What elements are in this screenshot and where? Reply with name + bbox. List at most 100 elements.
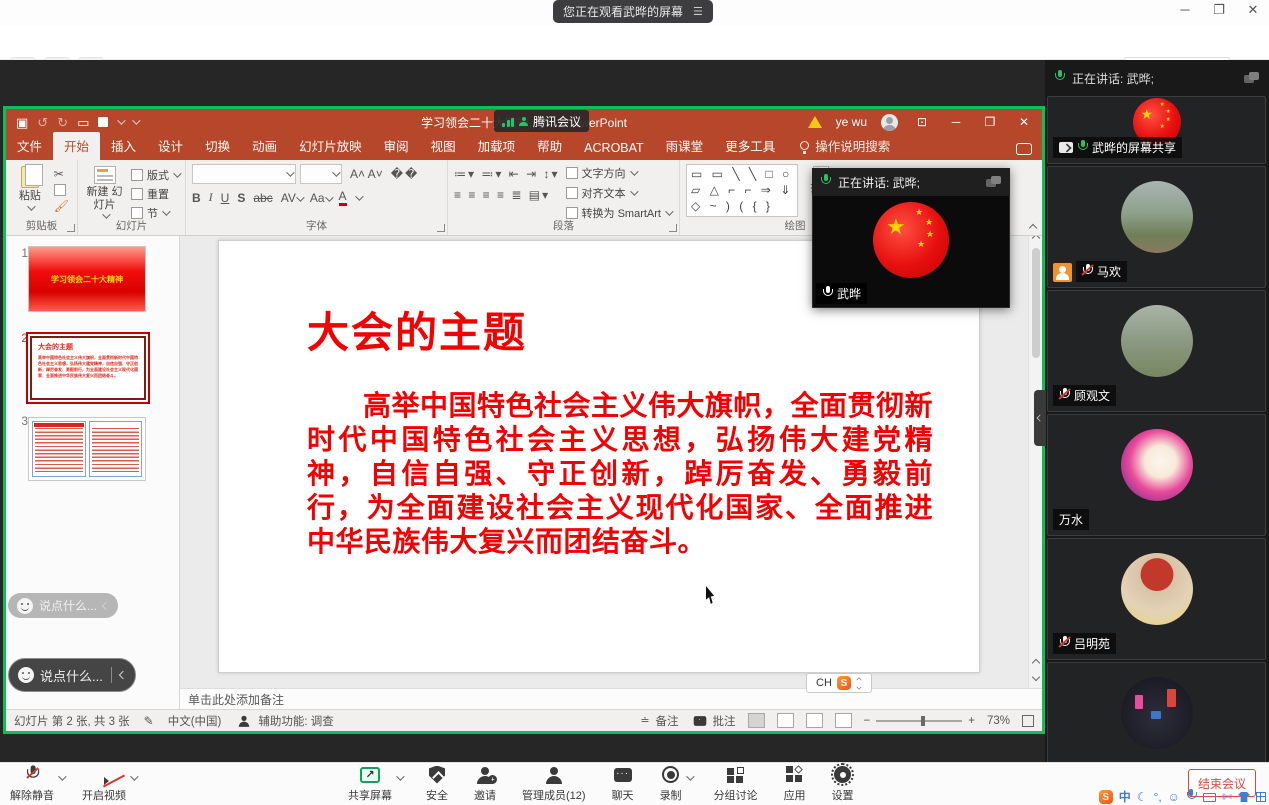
tab-help[interactable]: 帮助 bbox=[526, 132, 573, 160]
scroll-up-icon[interactable] bbox=[1031, 236, 1039, 242]
tab-home[interactable]: 开始 bbox=[53, 132, 100, 160]
notes-toggle[interactable]: ≐备注 bbox=[640, 713, 678, 729]
scrollbar-thumb[interactable] bbox=[1032, 248, 1040, 358]
tab-slideshow[interactable]: 幻灯片放映 bbox=[288, 132, 373, 160]
unmute-button[interactable]: 解除静音 bbox=[10, 766, 54, 803]
language-indicator[interactable]: 中文(中国) bbox=[168, 713, 222, 729]
breakout-rooms-button[interactable]: 分组讨论 bbox=[714, 766, 758, 803]
font-color-button[interactable]: A bbox=[339, 189, 347, 206]
alignment-icons[interactable]: ≡ ≡ ≡ ≡ ≣ ▤▾ bbox=[454, 188, 560, 202]
zoom-in-icon[interactable]: + bbox=[968, 715, 975, 727]
list-indent-spacing-icons[interactable]: ≔▾ ≕▾ ⇤ ⇥ ↕▾ bbox=[454, 167, 560, 181]
italic-button[interactable]: I bbox=[209, 190, 213, 205]
ime-punctuation-icon[interactable]: °, bbox=[1154, 791, 1162, 803]
ime-language-bar[interactable]: CH S bbox=[806, 673, 872, 693]
tab-insert[interactable]: 插入 bbox=[100, 132, 147, 160]
slide-thumbnail-3[interactable] bbox=[28, 417, 146, 481]
collapse-chat-icon[interactable] bbox=[119, 671, 127, 679]
share-options-icon[interactable] bbox=[396, 772, 404, 780]
ime-skin-icon[interactable] bbox=[1238, 792, 1250, 802]
record-button[interactable]: 录制 bbox=[660, 766, 682, 803]
ime-chinese-icon[interactable]: 中 bbox=[1119, 791, 1131, 803]
video-tile-participant[interactable] bbox=[1047, 662, 1266, 762]
layout-button[interactable]: 版式 bbox=[131, 167, 179, 183]
comments-toggle[interactable]: ·批注 bbox=[691, 713, 736, 729]
mic-options-icon[interactable] bbox=[58, 772, 66, 780]
tab-more-tools[interactable]: 更多工具 bbox=[714, 132, 786, 160]
ribbon-display-options-icon[interactable]: ⊡ bbox=[912, 115, 932, 129]
record-options-icon[interactable] bbox=[686, 772, 694, 780]
font-size-combobox[interactable] bbox=[300, 164, 342, 184]
zoom-out-icon[interactable]: − bbox=[864, 715, 871, 727]
minimize-icon[interactable]: ─ bbox=[1173, 2, 1197, 18]
slideshow-view-icon[interactable] bbox=[835, 713, 852, 728]
tab-design[interactable]: 设计 bbox=[147, 132, 194, 160]
new-slide-button[interactable]: 新建 幻灯片 bbox=[84, 164, 125, 219]
font-grow-shrink[interactable]: A˄ A˅ bbox=[350, 167, 383, 181]
font-dialog-launcher[interactable] bbox=[437, 224, 445, 232]
slide-scrollbar[interactable] bbox=[1028, 236, 1042, 688]
bold-button[interactable]: B bbox=[192, 191, 201, 205]
normal-view-icon[interactable] bbox=[748, 713, 765, 728]
account-avatar[interactable] bbox=[881, 114, 898, 131]
paragraph-dialog-launcher[interactable] bbox=[669, 224, 677, 232]
format-painter-icon[interactable]: 🖌 bbox=[54, 199, 71, 213]
chat-button[interactable]: ··· 聊天 bbox=[612, 766, 634, 803]
chart-icon[interactable] bbox=[98, 117, 108, 127]
slideshow-icon[interactable]: ▭ bbox=[77, 116, 89, 129]
fit-slide-icon[interactable] bbox=[1022, 715, 1034, 727]
shapes-gallery[interactable]: ▭ ▭ ╲ ╲ □ ○ ▱ △ ⌐ ⌐ ⇒ ⇓ ◇ ~ ) ( { } bbox=[686, 164, 798, 217]
redo-icon[interactable]: ↻ bbox=[57, 116, 68, 129]
font-name-combobox[interactable] bbox=[192, 164, 296, 184]
menu-icon[interactable]: ☰ bbox=[693, 5, 703, 18]
zoom-slider[interactable] bbox=[876, 720, 962, 722]
watching-banner[interactable]: 您正在观看武晔的屏幕 ☰ bbox=[553, 0, 713, 23]
clipboard-dialog-launcher[interactable] bbox=[67, 224, 75, 232]
spellcheck-icon[interactable]: ✎ bbox=[144, 714, 154, 728]
clear-format-icon[interactable]: �� bbox=[391, 167, 420, 181]
security-button[interactable]: 安全 bbox=[426, 766, 448, 803]
chevron-down-icon[interactable] bbox=[118, 116, 126, 124]
collapse-chat-icon[interactable] bbox=[102, 601, 110, 609]
video-tile-participant[interactable]: 顾观文 bbox=[1047, 290, 1266, 412]
previous-slide-icon[interactable] bbox=[1031, 659, 1039, 667]
copy-icon[interactable] bbox=[54, 184, 66, 196]
share-screen-button[interactable]: ↗ 共享屏幕 bbox=[348, 766, 392, 803]
emoji-icon[interactable] bbox=[17, 598, 33, 614]
close-icon[interactable]: ✕ bbox=[1241, 2, 1265, 18]
slide-thumbnail-1[interactable]: 学习领会二十大精神 bbox=[28, 246, 146, 312]
restore-icon[interactable]: ❐ bbox=[1207, 2, 1231, 18]
warning-icon[interactable] bbox=[808, 116, 822, 128]
qat-customize-icon[interactable] bbox=[133, 116, 141, 124]
char-spacing-button[interactable]: AV bbox=[281, 191, 302, 205]
zoom-slider-thumb[interactable] bbox=[921, 716, 925, 726]
tab-file[interactable]: 文件 bbox=[6, 132, 53, 160]
emoji-icon[interactable] bbox=[18, 667, 34, 683]
manage-members-button[interactable]: 管理成员(12) bbox=[522, 766, 586, 803]
sidebar-collapse-handle[interactable] bbox=[1034, 390, 1046, 446]
tencent-meeting-overlay[interactable]: 腾讯会议 bbox=[494, 110, 589, 132]
collapse-ribbon-icon[interactable] bbox=[1029, 224, 1037, 232]
ppt-minimize-icon[interactable]: ─ bbox=[946, 115, 966, 129]
change-case-button[interactable]: Aa bbox=[310, 191, 331, 205]
start-video-button[interactable]: 开启视频 bbox=[82, 766, 126, 803]
save-icon[interactable]: ▣ bbox=[16, 116, 28, 129]
ime-keyboard-icon[interactable] bbox=[1203, 793, 1216, 802]
ime-voice-icon[interactable] bbox=[1186, 789, 1197, 805]
ime-clip-icon[interactable]: ✄ bbox=[1222, 791, 1232, 803]
comments-icon[interactable] bbox=[1016, 143, 1032, 155]
chat-quick-bubble[interactable]: 说点什么... bbox=[8, 593, 118, 618]
ime-moon-icon[interactable]: ☾ bbox=[1137, 791, 1148, 803]
zoom-percentage[interactable]: 73% bbox=[987, 715, 1010, 727]
floating-speaker-video[interactable]: 正在讲话: 武晔; ★ ★ ★ ★ ★ 武晔 bbox=[812, 168, 1010, 308]
video-tile-participant[interactable]: 吕明苑 bbox=[1047, 538, 1266, 660]
align-text-button[interactable]: 对齐文本 bbox=[566, 185, 671, 201]
slide-thumbnail-2[interactable]: 大会的主题 高举中国特色社会主义伟大旗帜，全面贯彻新时代中国特色社会主义思想，弘… bbox=[26, 332, 150, 404]
shadow-button[interactable]: S bbox=[237, 191, 245, 205]
sogou-icon[interactable]: S bbox=[1099, 790, 1113, 804]
ime-toolbox-icon[interactable] bbox=[1256, 792, 1266, 802]
cut-icon[interactable]: ✂ bbox=[54, 167, 71, 181]
notes-pane[interactable]: 单击此处添加备注 bbox=[180, 688, 1042, 709]
video-tile-participant[interactable]: 马欢 bbox=[1047, 166, 1266, 288]
ime-emoji-icon[interactable]: ☺ bbox=[1168, 791, 1180, 803]
